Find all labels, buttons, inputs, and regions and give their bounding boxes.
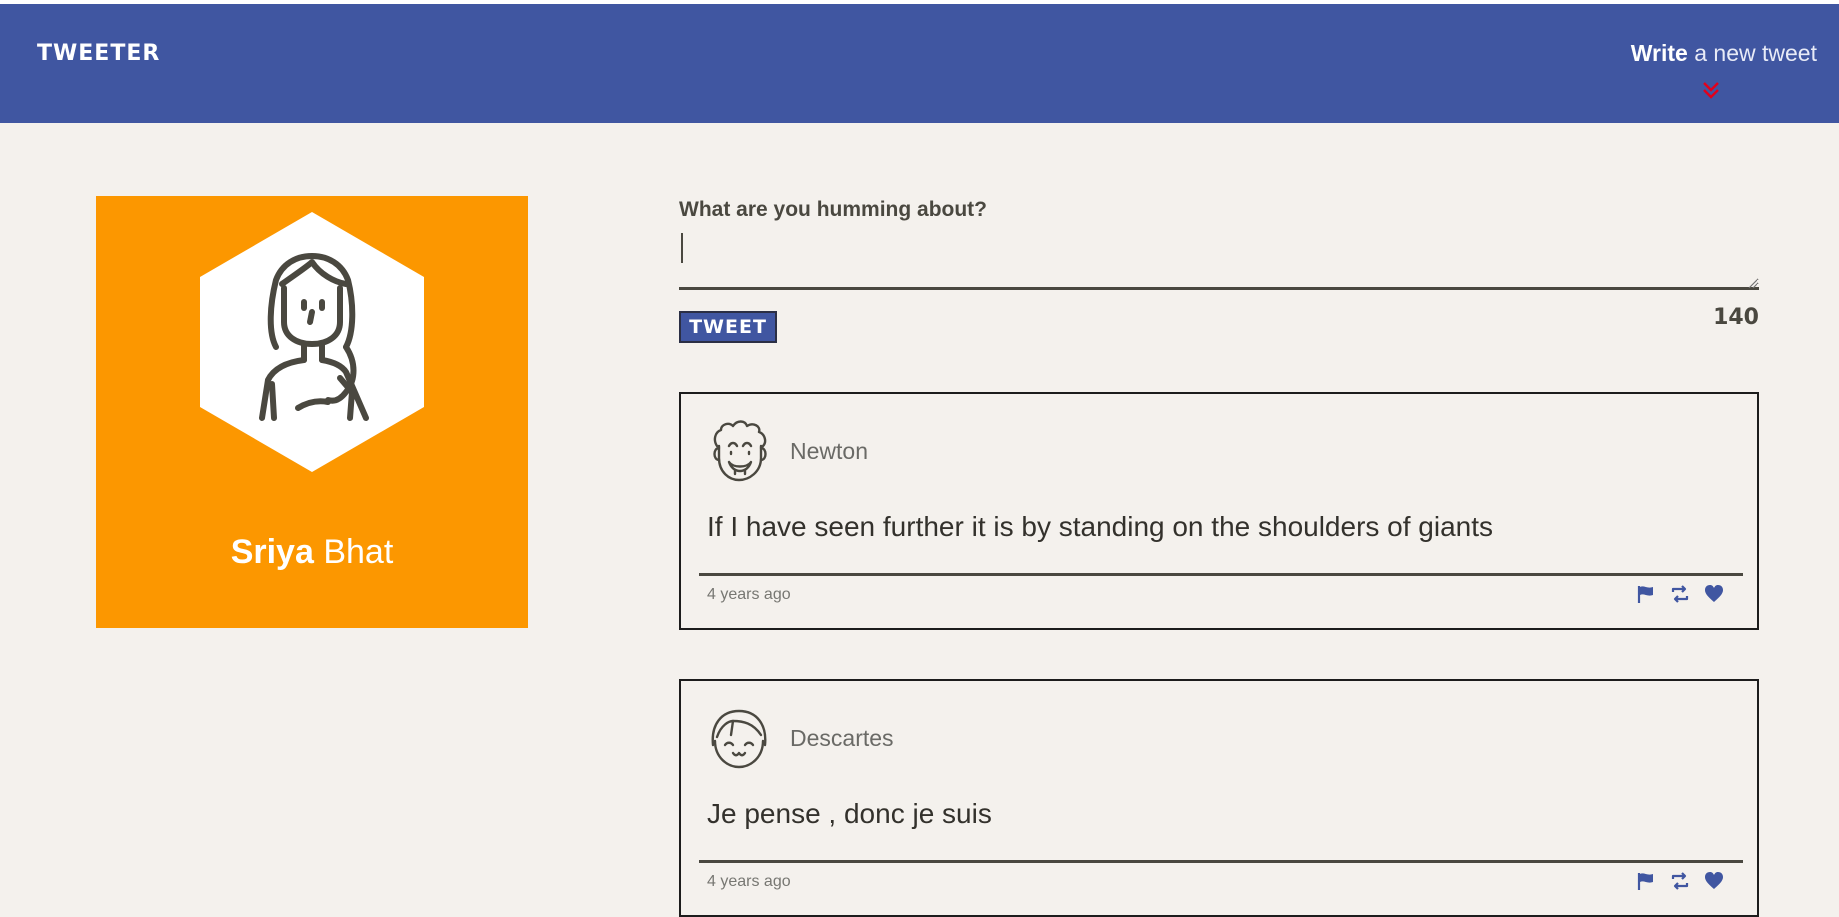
brand-logo[interactable]: TWEETER xyxy=(37,41,160,66)
profile-first-name: Sriya xyxy=(230,533,314,571)
tweet-textarea[interactable] xyxy=(679,230,1759,290)
tweet-timestamp: 4 years ago xyxy=(707,586,791,603)
tweet-card: Newton If I have seen further it is by s… xyxy=(679,392,1759,630)
retweet-icon[interactable] xyxy=(1669,583,1691,605)
tweet-text: If I have seen further it is by standing… xyxy=(707,511,1494,542)
write-rest-text: a new tweet xyxy=(1694,40,1817,66)
tweet-actions xyxy=(1635,870,1735,894)
tweet-author[interactable]: Newton xyxy=(790,438,868,465)
heart-icon[interactable] xyxy=(1703,870,1725,892)
navbar: TWEETER Write a new tweet xyxy=(0,4,1839,123)
profile-card: Sriya Bhat xyxy=(96,196,528,628)
curly-hair-man-avatar-icon xyxy=(713,420,767,482)
tweet-card: Descartes Je pense , donc je suis 4 year… xyxy=(679,679,1759,917)
write-new-tweet-toggle[interactable]: Write a new tweet xyxy=(1597,40,1817,110)
compose-label: What are you humming about? xyxy=(679,198,987,221)
retweet-icon[interactable] xyxy=(1669,870,1691,892)
flag-icon[interactable] xyxy=(1635,583,1657,605)
resize-grip-icon[interactable] xyxy=(1747,278,1757,288)
profile-name: Sriya Bhat xyxy=(96,533,528,572)
profile-last-name: Bhat xyxy=(323,533,394,571)
write-bold-text: Write xyxy=(1630,40,1688,66)
woman-avatar-icon xyxy=(200,212,424,472)
tweet-divider xyxy=(699,860,1743,863)
heart-icon[interactable] xyxy=(1703,583,1725,605)
tweet-author[interactable]: Descartes xyxy=(790,725,894,752)
tweet-text: Je pense , donc je suis xyxy=(707,798,992,829)
double-chevron-down-icon[interactable] xyxy=(1701,80,1721,100)
text-cursor xyxy=(681,233,683,263)
bob-hair-avatar-icon xyxy=(711,709,767,769)
tweet-button[interactable]: TWEET xyxy=(679,311,777,343)
character-counter: 140 xyxy=(1713,305,1759,330)
flag-icon[interactable] xyxy=(1635,870,1657,892)
write-new-tweet-label: Write a new tweet xyxy=(1631,40,1817,67)
tweet-actions xyxy=(1635,583,1735,607)
tweet-timestamp: 4 years ago xyxy=(707,873,791,890)
tweet-divider xyxy=(699,573,1743,576)
